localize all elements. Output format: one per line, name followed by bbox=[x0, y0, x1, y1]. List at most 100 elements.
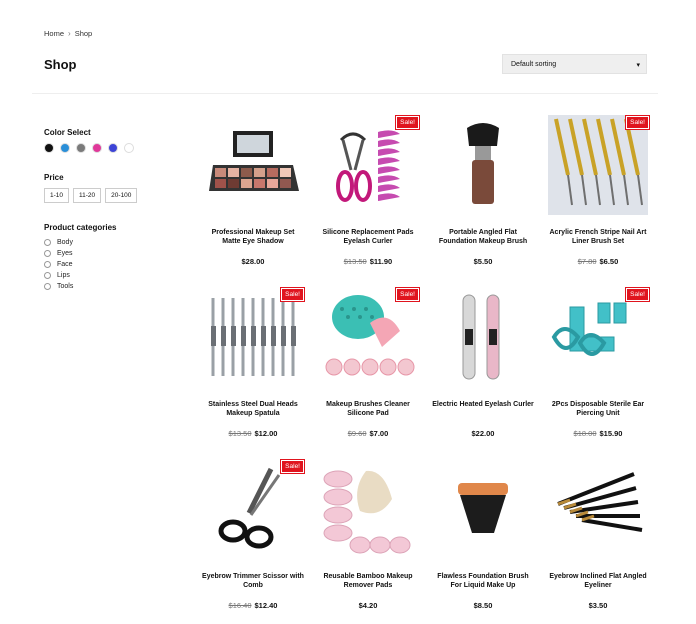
category-item[interactable]: Face bbox=[44, 259, 184, 270]
radio-icon[interactable] bbox=[44, 283, 51, 290]
product-name[interactable]: Acrylic French Stripe Nail Art Liner Bru… bbox=[545, 228, 651, 248]
radio-icon[interactable] bbox=[44, 272, 51, 279]
product-price: $9.60 $7.00 bbox=[315, 429, 421, 438]
product-current-price: $4.20 bbox=[358, 601, 378, 610]
product-current-price: $28.00 bbox=[241, 257, 265, 266]
product-image[interactable] bbox=[545, 456, 651, 566]
product-price: $5.50 bbox=[430, 257, 536, 266]
product-card[interactable]: Reusable Bamboo Makeup Remover Pads $4.20 bbox=[315, 456, 421, 624]
sale-badge: Sale! bbox=[395, 287, 420, 302]
product-price: $18.00 $15.90 bbox=[545, 429, 651, 438]
product-image[interactable]: Sale! bbox=[545, 112, 651, 222]
price-filter-button[interactable]: 20-100 bbox=[105, 188, 138, 203]
sorting-select[interactable]: Default sorting ▾ bbox=[502, 54, 647, 74]
product-image[interactable]: Sale! bbox=[200, 284, 306, 394]
price-filter-button[interactable]: 1-10 bbox=[44, 188, 70, 203]
product-image[interactable] bbox=[430, 112, 536, 222]
product-card[interactable]: Sale! Silicone Replacement Pads Eyelash C… bbox=[315, 112, 421, 284]
category-item[interactable]: Tools bbox=[44, 281, 184, 292]
header-divider bbox=[32, 93, 658, 94]
price-filter-button[interactable]: 11-20 bbox=[73, 188, 102, 203]
product-image[interactable]: Sale! bbox=[315, 112, 421, 222]
breadcrumb: Home › Shop bbox=[44, 29, 92, 38]
ear-piercing-gun-icon bbox=[550, 297, 646, 382]
product-price: $22.00 bbox=[430, 429, 536, 438]
product-card[interactable]: Professional Makeup Set Matte Eye Shadow… bbox=[200, 112, 306, 284]
product-name[interactable]: Flawless Foundation Brush For Liquid Mak… bbox=[430, 572, 536, 592]
breadcrumb-separator: › bbox=[68, 29, 71, 38]
product-name[interactable]: Reusable Bamboo Makeup Remover Pads bbox=[315, 572, 421, 592]
price-filter-title: Price bbox=[44, 173, 64, 182]
scissor-icon bbox=[213, 461, 293, 562]
product-price: $3.50 bbox=[545, 601, 651, 610]
color-swatch[interactable] bbox=[60, 143, 70, 153]
product-old-price: $9.60 bbox=[347, 429, 367, 438]
page-title: Shop bbox=[44, 57, 77, 72]
product-card[interactable]: Flawless Foundation Brush For Liquid Mak… bbox=[430, 456, 536, 624]
product-name[interactable]: Stainless Steel Dual Heads Makeup Spatul… bbox=[200, 400, 306, 420]
product-price: $28.00 bbox=[200, 257, 306, 266]
product-image[interactable]: Sale! bbox=[315, 284, 421, 394]
category-item[interactable]: Eyes bbox=[44, 248, 184, 259]
remover-pads-icon bbox=[320, 459, 416, 564]
brush-cleaner-pad-icon bbox=[318, 287, 418, 392]
product-image[interactable] bbox=[200, 112, 306, 222]
radio-icon[interactable] bbox=[44, 239, 51, 246]
product-card[interactable]: Electric Heated Eyelash Curler $22.00 bbox=[430, 284, 536, 456]
color-swatch[interactable] bbox=[92, 143, 102, 153]
product-price: $8.50 bbox=[430, 601, 536, 610]
product-card[interactable]: Sale! 2Pcs Disposable Sterile Ear Piercin… bbox=[545, 284, 651, 456]
product-name[interactable]: Electric Heated Eyelash Curler bbox=[430, 400, 536, 420]
product-image[interactable] bbox=[315, 456, 421, 566]
product-name[interactable]: Portable Angled Flat Foundation Makeup B… bbox=[430, 228, 536, 248]
radio-icon[interactable] bbox=[44, 261, 51, 268]
product-name[interactable]: 2Pcs Disposable Sterile Ear Piercing Uni… bbox=[545, 400, 651, 420]
category-item[interactable]: Lips bbox=[44, 270, 184, 281]
product-price: $7.80 $6.50 bbox=[545, 257, 651, 266]
product-card[interactable]: Sale! Eyebrow Trimmer Scissor with Comb $1… bbox=[200, 456, 306, 624]
color-swatch[interactable] bbox=[108, 143, 118, 153]
product-name[interactable]: Professional Makeup Set Matte Eye Shadow bbox=[200, 228, 306, 248]
product-name[interactable]: Eyebrow Trimmer Scissor with Comb bbox=[200, 572, 306, 592]
product-current-price: $22.00 bbox=[471, 429, 495, 438]
product-image[interactable] bbox=[430, 456, 536, 566]
spatula-set-icon bbox=[205, 292, 301, 387]
product-card[interactable]: Sale! Acrylic French Stripe Nail Art Line… bbox=[545, 112, 651, 284]
product-price: $4.20 bbox=[315, 601, 421, 610]
color-swatch[interactable] bbox=[44, 143, 54, 153]
product-card[interactable]: Eyebrow Inclined Flat Angled Eyeliner $3.… bbox=[545, 456, 651, 624]
makeup-palette-icon bbox=[205, 125, 301, 210]
product-name[interactable]: Makeup Brushes Cleaner Silicone Pad bbox=[315, 400, 421, 420]
breadcrumb-current: Shop bbox=[74, 29, 93, 38]
product-current-price: $6.50 bbox=[599, 257, 619, 266]
product-card[interactable]: Sale! Stainless Steel Dual Heads Makeup S… bbox=[200, 284, 306, 456]
product-price: $13.50 $11.90 bbox=[315, 257, 421, 266]
sale-badge: Sale! bbox=[280, 459, 305, 474]
product-price: $13.50 $12.00 bbox=[200, 429, 306, 438]
sale-badge: Sale! bbox=[280, 287, 305, 302]
product-name[interactable]: Silicone Replacement Pads Eyelash Curler bbox=[315, 228, 421, 248]
product-image[interactable] bbox=[430, 284, 536, 394]
color-swatches bbox=[44, 143, 184, 153]
sale-badge: Sale! bbox=[625, 115, 650, 130]
color-swatch[interactable] bbox=[124, 143, 134, 153]
product-image[interactable]: Sale! bbox=[200, 456, 306, 566]
radio-icon[interactable] bbox=[44, 250, 51, 257]
category-item[interactable]: Body bbox=[44, 237, 184, 248]
categories-title: Product categories bbox=[44, 223, 117, 232]
category-label: Face bbox=[57, 261, 73, 268]
product-price: $16.40 $12.40 bbox=[200, 601, 306, 610]
product-image[interactable]: Sale! bbox=[545, 284, 651, 394]
product-name[interactable]: Eyebrow Inclined Flat Angled Eyeliner bbox=[545, 572, 651, 592]
nail-brush-set-icon bbox=[548, 114, 648, 220]
product-current-price: $5.50 bbox=[473, 257, 493, 266]
category-label: Lips bbox=[57, 272, 70, 279]
flawless-brush-icon bbox=[448, 469, 518, 554]
product-card[interactable]: Portable Angled Flat Foundation Makeup B… bbox=[430, 112, 536, 284]
color-swatch[interactable] bbox=[76, 143, 86, 153]
breadcrumb-home-link[interactable]: Home bbox=[44, 29, 64, 38]
product-card[interactable]: Sale! Makeup Brushes Cleaner Silicone Pad… bbox=[315, 284, 421, 456]
product-old-price: $13.50 bbox=[343, 257, 367, 266]
price-filter-buttons: 1-10 11-20 20-100 bbox=[44, 188, 184, 203]
sale-badge: Sale! bbox=[625, 287, 650, 302]
